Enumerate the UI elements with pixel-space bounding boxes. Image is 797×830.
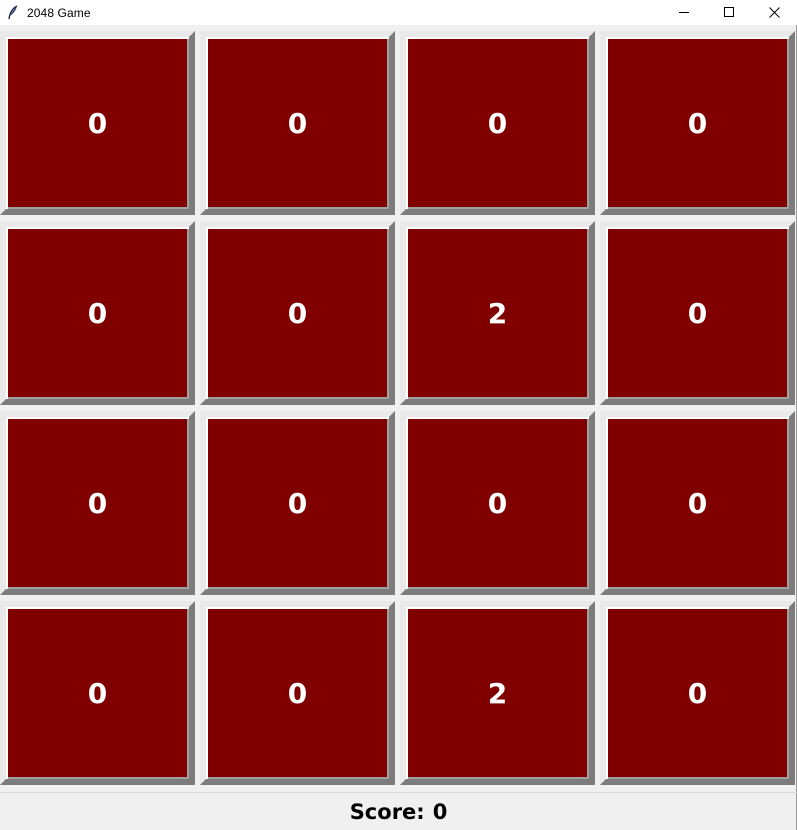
window-title: 2048 Game [27, 5, 91, 20]
tile: 0 [200, 411, 395, 595]
tile: 0 [0, 221, 195, 405]
tile-value: 2 [487, 676, 508, 710]
tile: 0 [0, 601, 195, 785]
close-icon [769, 3, 780, 22]
feather-icon [6, 4, 20, 21]
tile: 0 [400, 411, 595, 595]
tile: 0 [0, 411, 195, 595]
tile: 0 [600, 601, 795, 785]
tile: 0 [200, 221, 395, 405]
tile-value: 0 [87, 486, 108, 520]
tile-value: 0 [487, 106, 508, 140]
tile-value: 2 [487, 296, 508, 330]
close-button[interactable] [752, 0, 797, 25]
tile: 2 [400, 601, 595, 785]
tile-value: 0 [287, 676, 308, 710]
tile-value: 0 [87, 676, 108, 710]
tile-value: 0 [687, 106, 708, 140]
game-board: 0 0 0 0 0 0 2 0 0 0 0 0 0 0 2 0 [0, 31, 797, 789]
maximize-icon [724, 3, 735, 22]
tile-value: 0 [687, 486, 708, 520]
tile-value: 0 [487, 486, 508, 520]
maximize-button[interactable] [707, 0, 752, 25]
score-value: 0 [432, 800, 448, 824]
tile: 2 [400, 221, 595, 405]
title-bar[interactable]: 2048 Game [0, 0, 797, 25]
window-controls [662, 0, 797, 25]
score-bar: Score: 0 [0, 792, 797, 830]
tile-value: 0 [287, 296, 308, 330]
tile-value: 0 [87, 106, 108, 140]
tile-value: 0 [287, 486, 308, 520]
tile-value: 0 [287, 106, 308, 140]
tile: 0 [600, 221, 795, 405]
tile: 0 [200, 601, 395, 785]
tile: 0 [0, 31, 195, 215]
game-window: 2048 Game 0 0 0 0 0 0 2 0 0 0 0 0 0 0 2 … [0, 0, 797, 830]
minimize-button[interactable] [662, 0, 707, 25]
tile: 0 [600, 411, 795, 595]
tile-value: 0 [87, 296, 108, 330]
tile-value: 0 [687, 296, 708, 330]
tile: 0 [200, 31, 395, 215]
tile-value: 0 [687, 676, 708, 710]
tile: 0 [600, 31, 795, 215]
tile: 0 [400, 31, 595, 215]
minimize-icon [679, 3, 690, 22]
score-label: Score: [349, 800, 425, 824]
